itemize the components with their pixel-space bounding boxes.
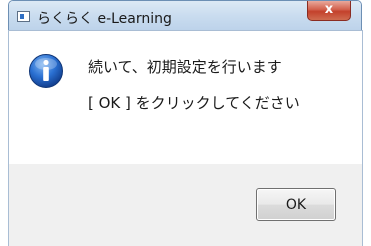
message-text-line2: [ OK ] をクリックしてください: [88, 94, 300, 112]
message-text-line1: 続いて、初期設定を行います: [88, 58, 282, 76]
title-bar[interactable]: らくらく e-Learning x: [9, 1, 361, 31]
info-icon: [29, 54, 63, 88]
ok-button[interactable]: OK: [256, 188, 336, 221]
app-icon: [17, 11, 30, 22]
window-title: らくらく e-Learning: [37, 11, 172, 27]
close-button[interactable]: x: [307, 1, 351, 21]
close-icon: x: [324, 2, 334, 17]
